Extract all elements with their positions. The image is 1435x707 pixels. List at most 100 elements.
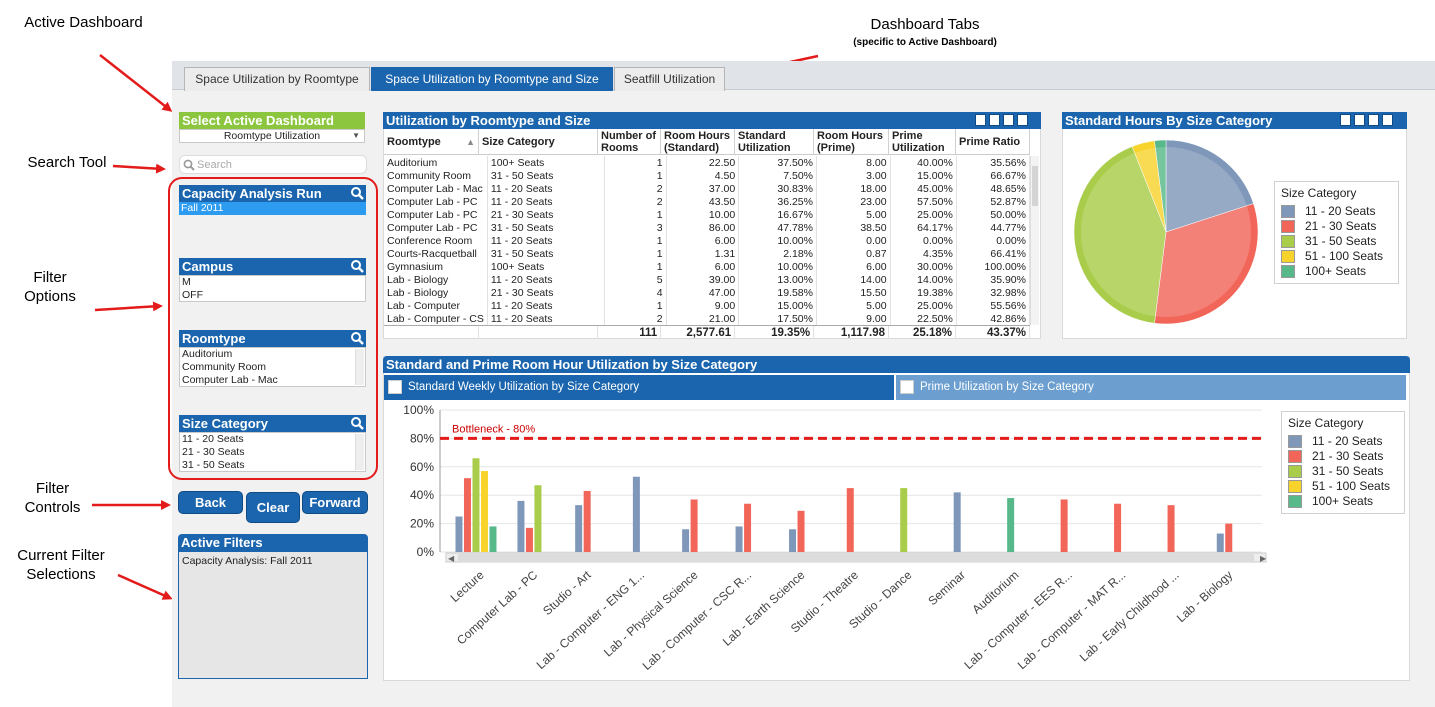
forward-button[interactable]: Forward xyxy=(302,491,368,514)
table-cell: 1 xyxy=(604,156,667,169)
list-item[interactable]: Community Room xyxy=(180,361,365,374)
table-row[interactable]: Computer Lab - PC 11 - 20 Seats 2 43.50 36.2… xyxy=(384,195,1030,208)
table-row[interactable]: Computer Lab - PC 21 - 30 Seats 1 10.00 16.6… xyxy=(384,208,1030,221)
search-icon[interactable] xyxy=(350,331,364,345)
scroll-left-icon[interactable]: ◀ xyxy=(448,554,455,563)
list-item[interactable]: Fall 2011 xyxy=(179,202,366,215)
search-icon[interactable] xyxy=(350,186,364,200)
bar[interactable] xyxy=(1225,523,1233,552)
minimize-icon[interactable] xyxy=(1368,114,1379,126)
bar[interactable] xyxy=(489,526,497,552)
bar[interactable] xyxy=(900,488,908,552)
header-room-hours-standard[interactable]: Room Hours (Standard) xyxy=(661,129,735,155)
list-scrollbar[interactable] xyxy=(355,349,364,385)
bar[interactable] xyxy=(472,458,480,552)
bar[interactable] xyxy=(1007,498,1015,552)
legend-item: 100+ Seats xyxy=(1281,264,1366,279)
table-cell: 0.00% xyxy=(956,234,1030,247)
select-dashboard-dropdown[interactable]: Roomtype Utilization ▼ xyxy=(179,129,365,143)
table-row[interactable]: Lab - Biology 21 - 30 Seats 4 47.00 19.58% 15… xyxy=(384,286,1030,299)
list-scrollbar[interactable] xyxy=(355,434,364,470)
header-standard-utilization[interactable]: Standard Utilization xyxy=(735,129,814,155)
list-item[interactable]: 31 - 50 Seats xyxy=(180,459,365,472)
tab-prime-utilization[interactable]: Prime Utilization by Size Category xyxy=(896,375,1406,400)
bar[interactable] xyxy=(1216,533,1224,552)
list-item[interactable]: Computer Lab - Mac xyxy=(180,374,365,387)
search-icon[interactable] xyxy=(350,259,364,273)
header-size-category[interactable]: Size Category xyxy=(479,129,598,155)
header-prime-ratio[interactable]: Prime Ratio xyxy=(956,129,1030,155)
bar[interactable] xyxy=(632,476,640,552)
bar[interactable] xyxy=(517,500,525,552)
header-roomtype[interactable]: Roomtype ▲ xyxy=(384,129,479,155)
table-cell: 38.50 xyxy=(816,221,891,234)
data-table: Auditorium 100+ Seats 1 22.50 37.50% 8.00 40.0… xyxy=(384,156,1030,325)
print-icon[interactable] xyxy=(975,114,986,126)
chart-scrollbar-thumb[interactable] xyxy=(458,554,1254,561)
back-button[interactable]: Back xyxy=(178,491,243,514)
campus-list[interactable]: M OFF xyxy=(179,275,366,302)
search-icon[interactable] xyxy=(350,416,364,430)
x-tick-label: Lab - Computer - ENG 1... xyxy=(534,568,647,672)
maximize-icon[interactable] xyxy=(1017,114,1028,126)
header-prime-utilization[interactable]: Prime Utilization xyxy=(889,129,956,155)
list-item[interactable]: 11 - 20 Seats xyxy=(180,433,365,446)
bar[interactable] xyxy=(789,529,797,552)
bar[interactable] xyxy=(455,516,463,553)
table-row[interactable]: Auditorium 100+ Seats 1 22.50 37.50% 8.00 40.0… xyxy=(384,156,1030,169)
bar[interactable] xyxy=(583,490,591,552)
bar[interactable] xyxy=(953,492,961,552)
bar[interactable] xyxy=(1060,499,1068,552)
export-icon[interactable] xyxy=(1354,114,1365,126)
tab-space-utilization-roomtype-size[interactable]: Space Utilization by Roomtype and Size xyxy=(371,67,613,91)
size-category-list[interactable]: 11 - 20 Seats 21 - 30 Seats 31 - 50 Seat… xyxy=(179,432,366,472)
bar[interactable] xyxy=(1114,503,1122,552)
tab-seatfill-utilization[interactable]: Seatfill Utilization xyxy=(614,67,725,91)
maximize-icon[interactable] xyxy=(1382,114,1393,126)
table-row[interactable]: Lab - Computer - CS 11 - 20 Seats 2 21.00 17… xyxy=(384,312,1030,325)
list-item[interactable]: 21 - 30 Seats xyxy=(180,446,365,459)
clear-button[interactable]: Clear xyxy=(246,492,300,523)
bar[interactable] xyxy=(1167,505,1175,552)
table-row[interactable]: Lab - Biology 11 - 20 Seats 5 39.00 13.00% 14… xyxy=(384,273,1030,286)
bar[interactable] xyxy=(480,471,488,552)
table-cell: 100+ Seats xyxy=(487,156,606,169)
table-cell: 5.00 xyxy=(816,299,891,312)
capacity-analysis-list[interactable]: Fall 2011 xyxy=(179,202,366,250)
bar[interactable] xyxy=(682,529,690,552)
header-number-of-rooms[interactable]: Number of Rooms xyxy=(598,129,661,155)
list-item[interactable]: M xyxy=(180,276,365,289)
print-icon[interactable] xyxy=(1340,114,1351,126)
header-room-hours-prime[interactable]: Room Hours (Prime) xyxy=(814,129,889,155)
tab-space-utilization-roomtype[interactable]: Space Utilization by Roomtype xyxy=(184,67,370,91)
tab-standard-weekly-utilization[interactable]: Standard Weekly Utilization by Size Cate… xyxy=(384,375,894,400)
bar[interactable] xyxy=(846,488,854,552)
scrollbar-thumb[interactable] xyxy=(1032,166,1038,206)
export-icon[interactable] xyxy=(989,114,1000,126)
table-row[interactable]: Lab - Computer 11 - 20 Seats 1 9.00 15.00% 5.… xyxy=(384,299,1030,312)
bar[interactable] xyxy=(797,510,805,552)
list-item[interactable]: OFF xyxy=(180,289,365,302)
table-row[interactable]: Conference Room 11 - 20 Seats 1 6.00 10.00% 0… xyxy=(384,234,1030,247)
table-row[interactable]: Computer Lab - PC 31 - 50 Seats 3 86.00 47.7… xyxy=(384,221,1030,234)
scroll-right-icon[interactable]: ▶ xyxy=(1260,554,1267,563)
table-row[interactable]: Computer Lab - Mac 11 - 20 Seats 2 37.00 30.… xyxy=(384,182,1030,195)
table-scrollbar[interactable] xyxy=(1030,156,1039,325)
roomtype-list[interactable]: Auditorium Community Room Computer Lab -… xyxy=(179,347,366,387)
x-tick-label: Lab - Early Childhood ... xyxy=(1077,568,1182,665)
table-row[interactable]: Courts-Racquetball 31 - 50 Seats 1 1.31 2.18… xyxy=(384,247,1030,260)
bar[interactable] xyxy=(744,503,752,552)
bar[interactable] xyxy=(534,485,542,552)
bar[interactable] xyxy=(690,499,698,552)
legend-label: 51 - 100 Seats xyxy=(1305,249,1384,263)
bar[interactable] xyxy=(575,505,583,552)
table-row[interactable]: Gymnasium 100+ Seats 1 6.00 10.00% 6.00 30.00%… xyxy=(384,260,1030,273)
bar[interactable] xyxy=(463,478,471,552)
table-cell: 19.38% xyxy=(890,286,957,299)
table-row[interactable]: Community Room 31 - 50 Seats 1 4.50 7.50% 3.0… xyxy=(384,169,1030,182)
minimize-icon[interactable] xyxy=(1003,114,1014,126)
bar[interactable] xyxy=(735,526,743,552)
list-item[interactable]: Auditorium xyxy=(180,348,365,361)
bar[interactable] xyxy=(525,527,533,552)
search-input[interactable]: Search xyxy=(179,155,367,174)
